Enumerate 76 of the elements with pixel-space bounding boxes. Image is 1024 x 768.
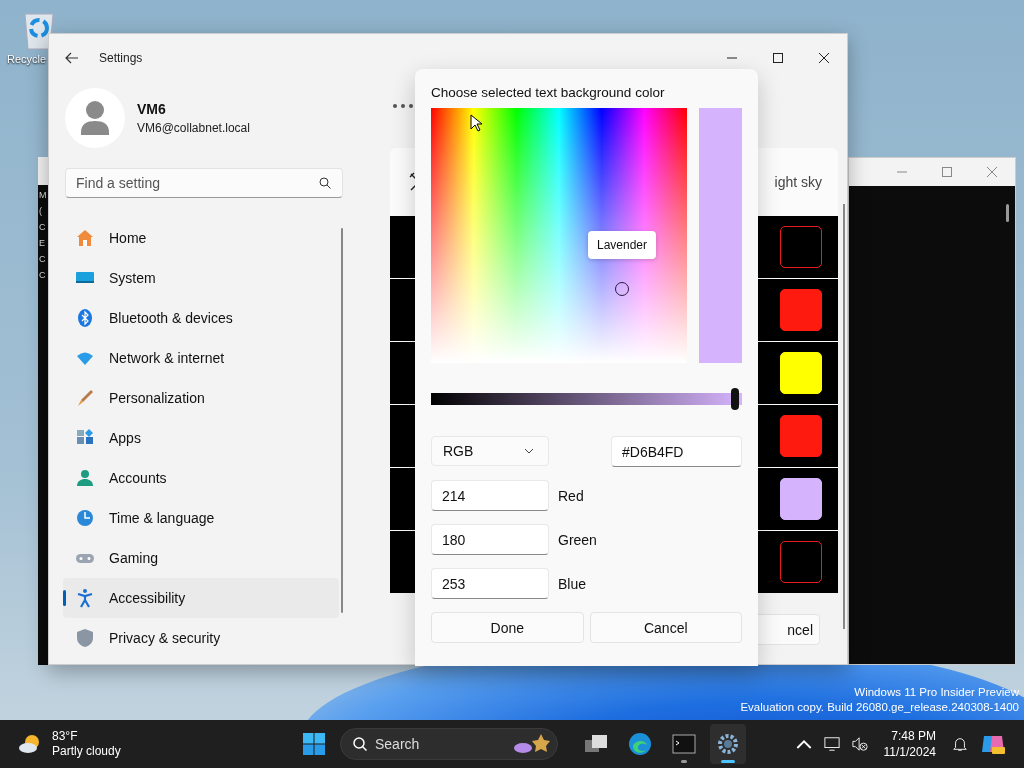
accounts-icon bbox=[75, 468, 95, 488]
window-title: Settings bbox=[99, 51, 143, 65]
nav-item[interactable]: Time & language bbox=[63, 498, 339, 538]
channel-field[interactable]: 180 bbox=[431, 524, 549, 555]
shield-icon bbox=[75, 628, 95, 648]
console-text: C bbox=[39, 253, 46, 266]
theme-name: ight sky bbox=[774, 174, 822, 190]
channel-label: Blue bbox=[558, 575, 587, 592]
more-icon[interactable] bbox=[392, 103, 414, 109]
close-icon[interactable] bbox=[819, 53, 829, 63]
scrollbar[interactable] bbox=[843, 204, 845, 629]
color-swatch[interactable] bbox=[780, 289, 822, 331]
nav-item[interactable]: Network & internet bbox=[63, 338, 339, 378]
decoration-icon bbox=[511, 732, 551, 756]
search-icon bbox=[319, 177, 331, 189]
browser-icon bbox=[628, 732, 652, 756]
watermark-text: Windows 11 Pro Insider Preview bbox=[854, 685, 1019, 700]
bell-icon[interactable] bbox=[952, 736, 968, 752]
scrollbar[interactable] bbox=[341, 228, 343, 613]
console-text: C bbox=[39, 221, 46, 234]
color-mode-dropdown[interactable]: RGB bbox=[431, 436, 549, 466]
weather-condition[interactable]: Partly cloudy bbox=[52, 744, 121, 759]
nav-item[interactable]: Apps bbox=[63, 418, 339, 458]
nav-item[interactable]: Personalization bbox=[63, 378, 339, 418]
color-spectrum[interactable]: Lavender bbox=[431, 108, 687, 363]
color-swatch[interactable] bbox=[780, 226, 822, 268]
hex-field[interactable]: #D6B4FD bbox=[611, 436, 742, 467]
recycle-bin-icon[interactable] bbox=[22, 10, 56, 50]
temperature[interactable]: 83°F bbox=[52, 729, 121, 744]
monitor-icon[interactable] bbox=[823, 736, 840, 752]
back-arrow-icon[interactable] bbox=[65, 52, 79, 64]
start-icon[interactable] bbox=[302, 732, 326, 756]
color-swatch[interactable] bbox=[780, 478, 822, 520]
home-icon bbox=[75, 228, 95, 248]
gear-icon bbox=[716, 732, 740, 756]
channel-field[interactable]: 214 bbox=[431, 480, 549, 511]
channel-label: Green bbox=[558, 531, 597, 548]
maximize-icon[interactable] bbox=[773, 53, 783, 63]
console-text: C bbox=[39, 269, 46, 282]
settings-search-field[interactable]: Find a setting bbox=[65, 168, 343, 198]
nav-item[interactable]: Accounts bbox=[63, 458, 339, 498]
color-swatch[interactable] bbox=[780, 541, 822, 583]
color-name-tooltip: Lavender bbox=[588, 231, 657, 259]
brush-icon bbox=[75, 388, 95, 408]
watermark-text: Evaluation copy. Build 26080.ge_release.240308-1400 bbox=[740, 700, 1019, 715]
avatar-icon bbox=[65, 88, 125, 148]
dialog-button[interactable]: Cancel bbox=[589, 612, 742, 643]
chevron-down-icon bbox=[524, 448, 534, 454]
dialog-title: Choose selected text background color bbox=[431, 85, 666, 100]
nav-item[interactable]: Gaming bbox=[63, 538, 339, 578]
cursor-icon bbox=[470, 114, 482, 132]
scrollbar-thumb[interactable] bbox=[1006, 204, 1009, 222]
taskbar-app[interactable] bbox=[710, 724, 746, 764]
search-icon bbox=[353, 737, 367, 751]
console-text: E bbox=[39, 237, 45, 250]
taskbar-search-field[interactable]: Search bbox=[340, 728, 558, 760]
bluetooth-icon bbox=[75, 308, 95, 328]
speaker-muted-icon[interactable] bbox=[851, 736, 868, 752]
nav-item[interactable]: System bbox=[63, 258, 339, 298]
channel-label: Red bbox=[558, 487, 584, 504]
user-email: VM6@collabnet.local bbox=[137, 121, 250, 135]
clock-time[interactable]: 7:48 PM bbox=[891, 728, 936, 744]
nav-item[interactable]: Bluetooth & devices bbox=[63, 298, 339, 338]
accessibility-icon bbox=[75, 588, 95, 608]
console-text: ( bbox=[39, 205, 42, 218]
nav-item[interactable]: Privacy & security bbox=[63, 618, 339, 658]
dialog-button[interactable]: Done bbox=[431, 612, 584, 643]
clock-date[interactable]: 11/1/2024 bbox=[883, 744, 936, 760]
nav-item[interactable]: Home bbox=[63, 218, 339, 258]
terminal-icon bbox=[672, 732, 696, 756]
slider-thumb[interactable] bbox=[730, 388, 739, 410]
console-text: M bbox=[39, 189, 47, 202]
nav-item[interactable]: Accessibility bbox=[63, 578, 339, 618]
channel-field[interactable]: 253 bbox=[431, 568, 549, 599]
user-name: VM6 bbox=[137, 101, 167, 117]
color-swatch[interactable] bbox=[780, 415, 822, 457]
